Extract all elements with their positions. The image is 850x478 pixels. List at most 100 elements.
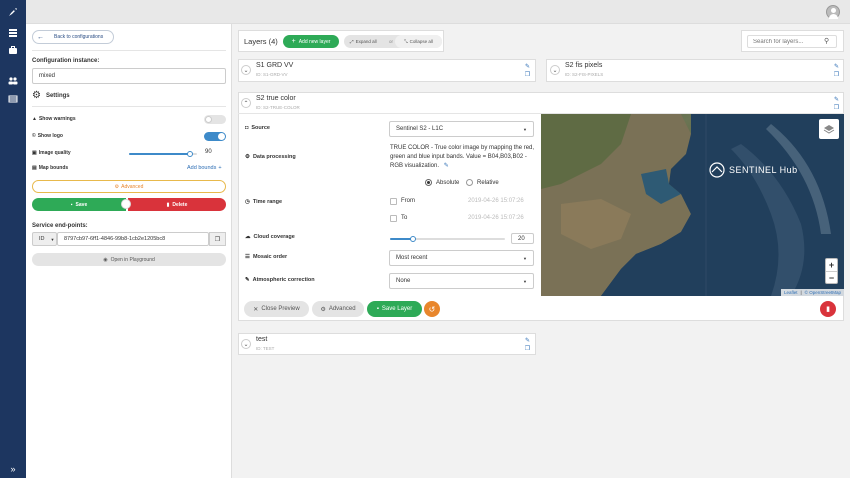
leaflet-link[interactable]: Leaflet (784, 290, 798, 295)
to-checkbox[interactable] (390, 215, 397, 222)
separator-dot (121, 199, 131, 209)
chevron-down-icon[interactable]: ⌄ (241, 339, 251, 349)
from-date-field[interactable]: 2019-04-26 15:07:26 (468, 198, 524, 204)
radio-unchecked (466, 179, 473, 186)
pencil-icon[interactable]: ✎ (444, 163, 449, 169)
source-label: ◘ Source (245, 125, 270, 131)
separator: | (800, 290, 802, 295)
chevron-up-icon[interactable]: ⌃ (241, 98, 251, 108)
zoom-in-button[interactable]: + (826, 259, 837, 272)
chevron-down-icon[interactable]: ⌄ (550, 65, 560, 75)
mosaic-order-select[interactable]: Most recent ▼ (389, 250, 534, 266)
floppy-icon: ▪ (70, 201, 73, 208)
relative-radio[interactable]: Relative (466, 179, 499, 186)
image-quality-slider-fill (129, 153, 191, 155)
trash-icon[interactable]: ▮ (820, 301, 836, 317)
advanced-layer-button[interactable]: ⚙ Advanced (312, 301, 364, 317)
open-in-playground-button[interactable]: ◉ Open in Playground (32, 253, 226, 266)
sentinel-hub-logo-icon (709, 162, 725, 178)
image-quality-slider[interactable] (129, 151, 197, 157)
endpoint-id-field[interactable]: 8797cb97-6ff1-4846-99b8-1cb2e1205bc8 (57, 232, 209, 246)
config-instance-label: Configuration instance: (32, 58, 100, 64)
endpoint-type-select[interactable]: ID ▼ (32, 232, 57, 246)
double-chevron-right-icon[interactable]: » (7, 463, 19, 475)
undo-icon[interactable]: ↺ (424, 301, 440, 317)
grid-icon[interactable] (7, 28, 19, 40)
layer-card-test[interactable] (238, 333, 536, 355)
back-to-configurations-button[interactable]: ← Back to configurations (32, 30, 114, 44)
layers-icon[interactable] (819, 119, 839, 139)
briefcase-icon[interactable] (7, 45, 19, 57)
source-select[interactable]: Sentinel S2 - L1C ▼ (389, 121, 534, 137)
advanced-button[interactable]: ⚙ Advanced (32, 180, 226, 193)
gamepad-icon: ◉ (103, 256, 108, 263)
copy-icon[interactable]: ❐ (833, 105, 840, 112)
layer-title: S2 true color (256, 95, 296, 102)
image-quality-row: ▣ Image quality (32, 150, 71, 156)
layers-title: Layers (4) (244, 37, 278, 46)
osm-link[interactable]: © OpenStreetMap (805, 290, 841, 295)
atmospheric-correction-select[interactable]: None ▼ (389, 273, 534, 289)
add-bounds-link[interactable]: Add bounds + (187, 165, 222, 171)
save-layer-button[interactable]: ▪ Save Layer (367, 301, 422, 317)
cloud-coverage-slider-thumb[interactable] (410, 236, 416, 242)
map-preview[interactable]: SENTINEL Hub + − Leaflet | © OpenStreetM… (541, 114, 844, 296)
edit-icon[interactable]: ✎ (833, 97, 840, 104)
cloud-coverage-value[interactable]: 20 (511, 233, 534, 244)
edit-icon[interactable]: ✎ (524, 64, 531, 71)
data-processing-text: TRUE COLOR - True color image by mapping… (390, 145, 535, 169)
floppy-icon: ▪ (376, 306, 379, 312)
cloud-icon: ☁ (245, 234, 251, 240)
show-logo-toggle[interactable] (204, 132, 226, 141)
chevron-down-icon[interactable]: ⌄ (241, 65, 251, 75)
atmospheric-correction-label: ✎ Atmospheric correction (245, 277, 315, 283)
layer-id: ID: S2-FIS-PIXELS (565, 72, 604, 77)
rocket-icon[interactable] (7, 6, 19, 18)
from-label: From (401, 198, 415, 204)
pencil-icon: ✎ (245, 277, 250, 283)
side-nav: » (0, 0, 26, 478)
show-logo-row: © Show logo (32, 133, 63, 139)
edit-icon[interactable]: ✎ (833, 64, 840, 71)
layer-title: S1 GRD VV (256, 62, 294, 69)
zoom-out-button[interactable]: − (826, 272, 837, 284)
save-button[interactable]: ▪ Save (32, 198, 126, 211)
close-preview-button[interactable]: ✕ Close Preview (244, 301, 309, 317)
settings-header: ⚙ Settings (32, 90, 70, 101)
to-date-field[interactable]: 2019-04-26 15:07:26 (468, 215, 524, 221)
caret-down-icon: ▼ (523, 255, 527, 261)
expand-all-button[interactable]: ⤢ Expand all (350, 39, 377, 44)
copy-icon[interactable]: ❐ (524, 72, 531, 79)
show-warnings-toggle[interactable] (204, 115, 226, 124)
image-quality-value[interactable]: 90 (205, 149, 212, 155)
copy-icon[interactable]: ❐ (524, 346, 531, 353)
copy-icon[interactable]: ❐ (833, 72, 840, 79)
from-checkbox[interactable] (390, 198, 397, 205)
copy-icon[interactable]: ❐ (209, 232, 226, 246)
collapse-all-button[interactable]: ⤡ Collapse all (395, 35, 442, 48)
gears-icon: ⚙ (245, 154, 250, 160)
copyright-icon: © (32, 133, 36, 139)
show-warnings-row: ▲ Show warnings (32, 116, 76, 122)
map-bounds-row: ▤ Map bounds (32, 165, 69, 171)
layer-id: ID: TEST (256, 346, 275, 351)
data-processing-label: ⚙ Data processing (245, 154, 296, 160)
avatar[interactable] (826, 5, 840, 19)
users-icon[interactable] (7, 76, 19, 88)
list-icon: ☰ (245, 254, 250, 260)
close-icon: ✕ (253, 306, 259, 313)
service-endpoints-label: Service end-points: (32, 223, 88, 229)
config-instance-input[interactable]: mixed (32, 68, 226, 84)
absolute-radio[interactable]: Absolute (425, 179, 459, 186)
delete-button[interactable]: ▮ Delete (128, 198, 226, 211)
radio-checked (425, 179, 432, 186)
search-icon: ⚲ (824, 38, 830, 45)
camera-icon: ◘ (245, 125, 249, 131)
edit-icon[interactable]: ✎ (524, 338, 531, 345)
add-new-layer-button[interactable]: + Add new layer (283, 35, 339, 48)
plus-icon: + (218, 165, 222, 171)
table-icon[interactable] (7, 94, 19, 106)
cloud-coverage-slider[interactable] (390, 236, 505, 242)
caret-down-icon: ▼ (523, 126, 527, 132)
map-icon: ▤ (32, 165, 37, 171)
